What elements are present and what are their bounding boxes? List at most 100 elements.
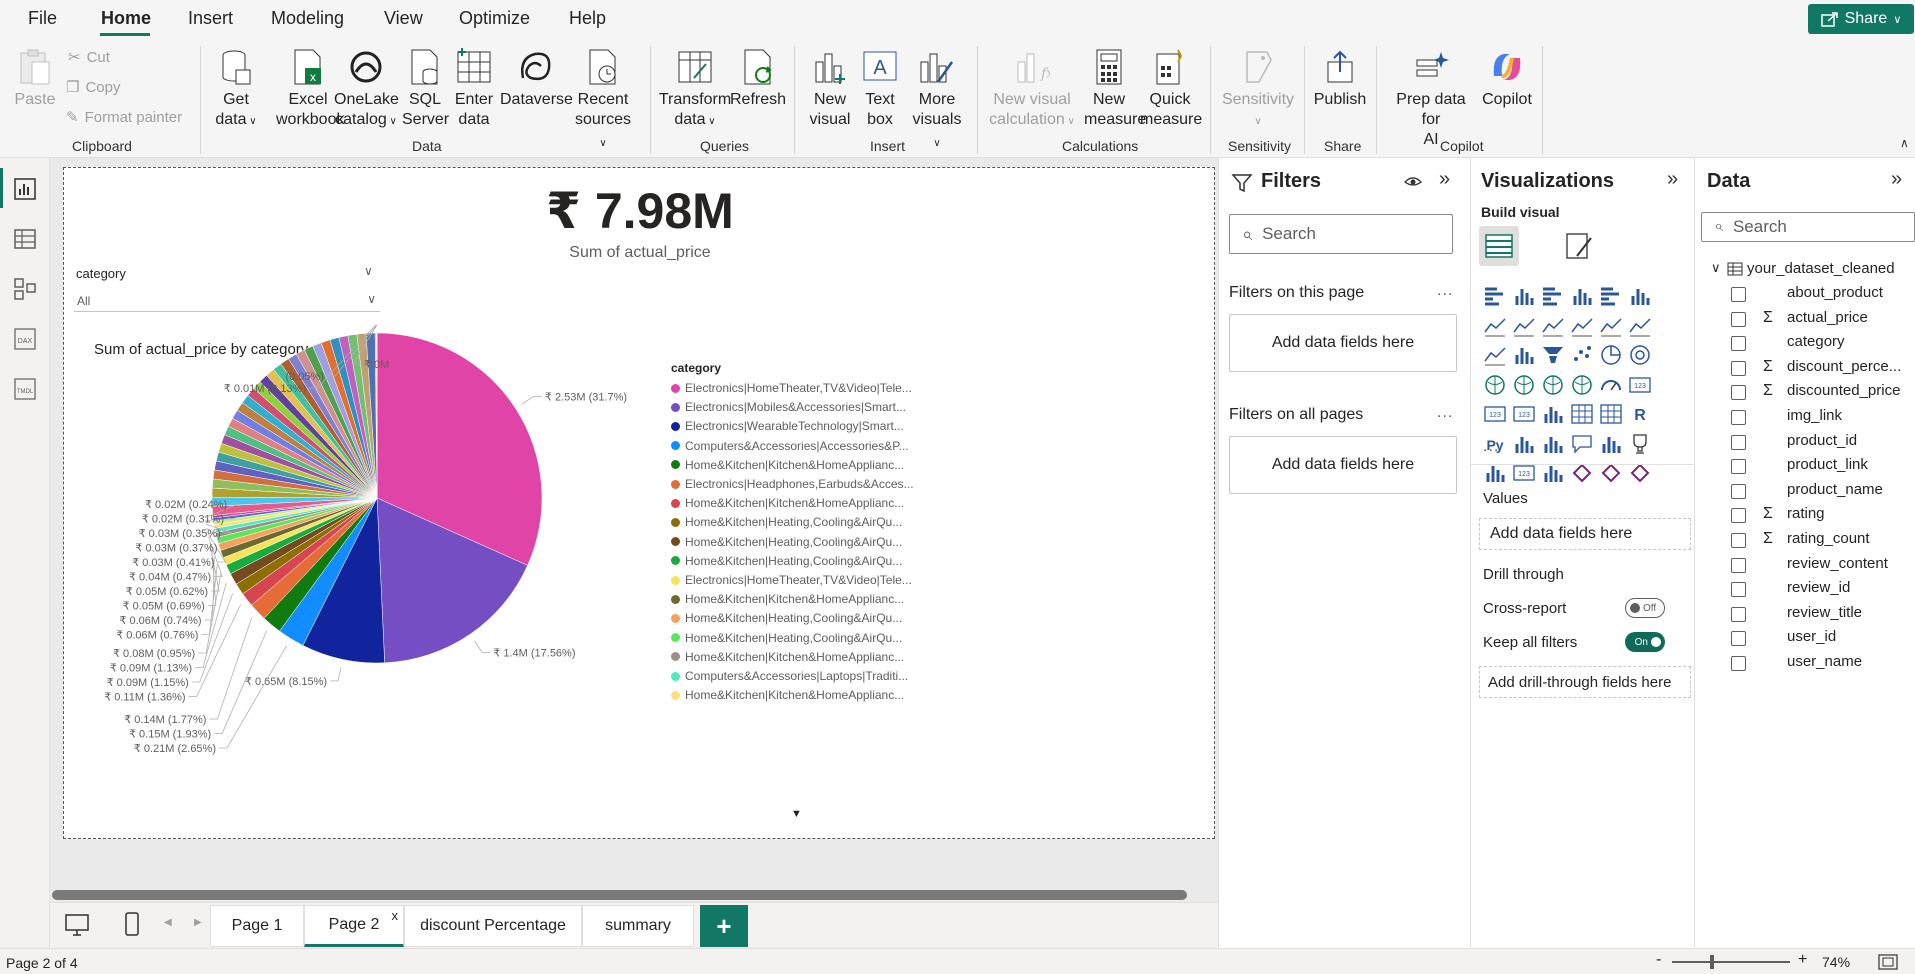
collapse-pane-icon[interactable]: » [1439, 168, 1450, 191]
field-checkbox[interactable] [1731, 508, 1746, 524]
close-tab-icon[interactable]: x [392, 908, 399, 923]
cross-report-toggle[interactable]: Off [1625, 598, 1665, 618]
menu-view[interactable]: View [384, 8, 423, 29]
fit-to-page-icon[interactable] [1878, 954, 1898, 970]
gauge-icon[interactable] [1599, 373, 1623, 397]
100-stacked-bar-chart-icon[interactable] [1599, 284, 1623, 308]
line-chart-icon[interactable] [1483, 314, 1507, 338]
zoom-in-button[interactable]: + [1798, 951, 1807, 969]
treemap-icon[interactable] [1483, 373, 1507, 397]
publish-button[interactable]: Publish [1312, 48, 1368, 110]
new-visual-calculation-button[interactable]: fx New visual calculation ∨ [984, 48, 1080, 132]
field-item[interactable]: review_content [1731, 555, 1888, 577]
legend-item[interactable]: Computers&Accessories|Laptops|Traditi... [671, 669, 908, 683]
field-checkbox[interactable] [1731, 336, 1746, 352]
get-data-button[interactable]: Get data ∨ [210, 48, 262, 132]
share-button[interactable]: Share ∨ [1808, 4, 1914, 34]
field-item[interactable]: Σactual_price [1731, 309, 1868, 331]
stacked-area-chart-icon[interactable] [1541, 314, 1565, 338]
text-box-button[interactable]: A Text box [858, 48, 902, 130]
azure-map-icon[interactable] [1570, 373, 1594, 397]
collapse-ribbon-icon[interactable]: ∧ [1900, 136, 1909, 150]
funnel-chart-icon[interactable] [1541, 343, 1565, 367]
new-visual-button[interactable]: New visual [806, 48, 854, 130]
legend-item[interactable]: Home&Kitchen|Heating,Cooling&AirQu... [671, 611, 902, 625]
smart-narrative-icon[interactable] [1599, 432, 1623, 456]
legend-item[interactable]: Home&Kitchen|Kitchen&HomeApplianc... [671, 592, 904, 606]
line-and-column-chart-icon[interactable] [1599, 314, 1623, 338]
legend-item[interactable]: Electronics|WearableTechnology|Smart... [671, 419, 904, 433]
more-visuals-icon[interactable]: ... [1483, 438, 1499, 456]
sql-server-button[interactable]: SQL Server [402, 48, 449, 130]
quick-measure-button[interactable]: Quick measure [1140, 48, 1202, 130]
ribbon-chart-icon[interactable] [1483, 343, 1507, 367]
copilot-button[interactable]: Copilot [1478, 48, 1536, 110]
format-painter-button[interactable]: ✎ Format painter [66, 108, 182, 127]
more-options-icon[interactable]: ... [1437, 282, 1453, 300]
recent-sources-button[interactable]: Recent sources ∨ [570, 48, 636, 154]
menu-home[interactable]: Home [101, 8, 151, 29]
dataverse-button[interactable]: Dataverse [500, 48, 573, 110]
legend-item[interactable]: Electronics|Headphones,Earbuds&Acces... [671, 477, 914, 491]
previous-page-icon[interactable]: ◀ [164, 917, 172, 928]
zoom-out-button[interactable]: - [1656, 951, 1661, 969]
legend-item[interactable]: Home&Kitchen|Heating,Cooling&AirQu... [671, 515, 902, 529]
field-checkbox[interactable] [1731, 360, 1746, 376]
slicer-icon[interactable] [1541, 402, 1565, 426]
excel-workbook-button[interactable]: x Excel workbook [276, 48, 344, 130]
table-name[interactable]: your_dataset_cleaned [1747, 260, 1895, 277]
field-checkbox[interactable] [1731, 311, 1746, 327]
tab-discount-percentage[interactable]: discount Percentage [404, 905, 582, 947]
legend-item[interactable]: Home&Kitchen|Heating,Cooling&AirQu... [671, 631, 902, 645]
matrix-icon[interactable] [1599, 402, 1623, 426]
collapse-pane-icon[interactable]: » [1667, 168, 1678, 191]
table-view-icon[interactable] [12, 226, 38, 252]
field-item[interactable]: img_link [1731, 407, 1842, 429]
collapse-pane-icon[interactable]: » [1891, 168, 1902, 191]
100-stacked-area-chart-icon[interactable] [1570, 314, 1594, 338]
legend-scroll-down-icon[interactable]: ▼ [791, 808, 802, 820]
field-checkbox[interactable] [1731, 459, 1746, 475]
pie-chart[interactable]: ₹ 2.53M (31.7%) ₹ 1.4M (17.56%) ₹ 0.65M (8… [64, 168, 1216, 840]
legend-item[interactable]: Electronics|HomeTheater,TV&Video|Tele... [671, 573, 912, 587]
field-item[interactable]: product_id [1731, 432, 1857, 454]
transform-data-button[interactable]: Transform data ∨ [658, 48, 732, 132]
prep-data-for-ai-button[interactable]: Prep data for AI [1386, 48, 1476, 150]
filters-page-drop-zone[interactable]: Add data fields here [1229, 314, 1457, 372]
keep-all-filters-toggle[interactable]: On [1625, 632, 1665, 652]
eye-icon[interactable] [1403, 174, 1423, 190]
field-item[interactable]: about_product [1731, 284, 1883, 306]
field-item[interactable]: product_name [1731, 481, 1883, 503]
line-and-clustered-column-chart-icon[interactable] [1628, 314, 1652, 338]
area-chart-icon[interactable] [1512, 314, 1536, 338]
cut-button[interactable]: ✂ Cut [68, 48, 110, 67]
zoom-level[interactable]: 74% [1822, 954, 1850, 970]
horizontal-scrollbar[interactable] [52, 890, 1187, 900]
stacked-bar-chart-icon[interactable] [1483, 284, 1507, 308]
chevron-down-icon[interactable]: ∨ [1711, 260, 1721, 276]
field-checkbox[interactable] [1731, 631, 1746, 647]
enter-data-button[interactable]: Enter data [452, 48, 496, 130]
metrics-icon[interactable] [1628, 432, 1652, 456]
onelake-catalog-button[interactable]: OneLake catalog ∨ [334, 48, 399, 132]
card-icon[interactable]: 123 [1628, 373, 1652, 397]
legend-item[interactable]: Computers&Accessories|Accessories&P... [671, 439, 909, 453]
field-item[interactable]: review_title [1731, 604, 1862, 626]
legend-item[interactable]: Home&Kitchen|Heating,Cooling&AirQu... [671, 535, 902, 549]
legend-item[interactable]: Electronics|HomeTheater,TV&Video|Tele... [671, 381, 912, 395]
field-checkbox[interactable] [1731, 582, 1746, 598]
table-icon[interactable] [1570, 402, 1594, 426]
field-item[interactable]: review_id [1731, 579, 1850, 601]
menu-help[interactable]: Help [569, 8, 606, 29]
filled-map-icon[interactable] [1541, 373, 1565, 397]
legend-item[interactable]: Home&Kitchen|Kitchen&HomeApplianc... [671, 496, 904, 510]
donut-chart-icon[interactable] [1628, 343, 1652, 367]
100-stacked-column-chart-icon[interactable] [1628, 284, 1652, 308]
report-view-icon[interactable] [12, 176, 38, 202]
build-visual-tab[interactable] [1479, 226, 1519, 266]
waterfall-chart-icon[interactable] [1512, 343, 1536, 367]
legend-item[interactable]: Electronics|Mobiles&Accessories|Smart... [671, 400, 906, 414]
r-visual-icon[interactable]: R [1628, 402, 1652, 426]
next-page-icon[interactable]: ▶ [194, 917, 202, 928]
map-icon[interactable] [1512, 373, 1536, 397]
